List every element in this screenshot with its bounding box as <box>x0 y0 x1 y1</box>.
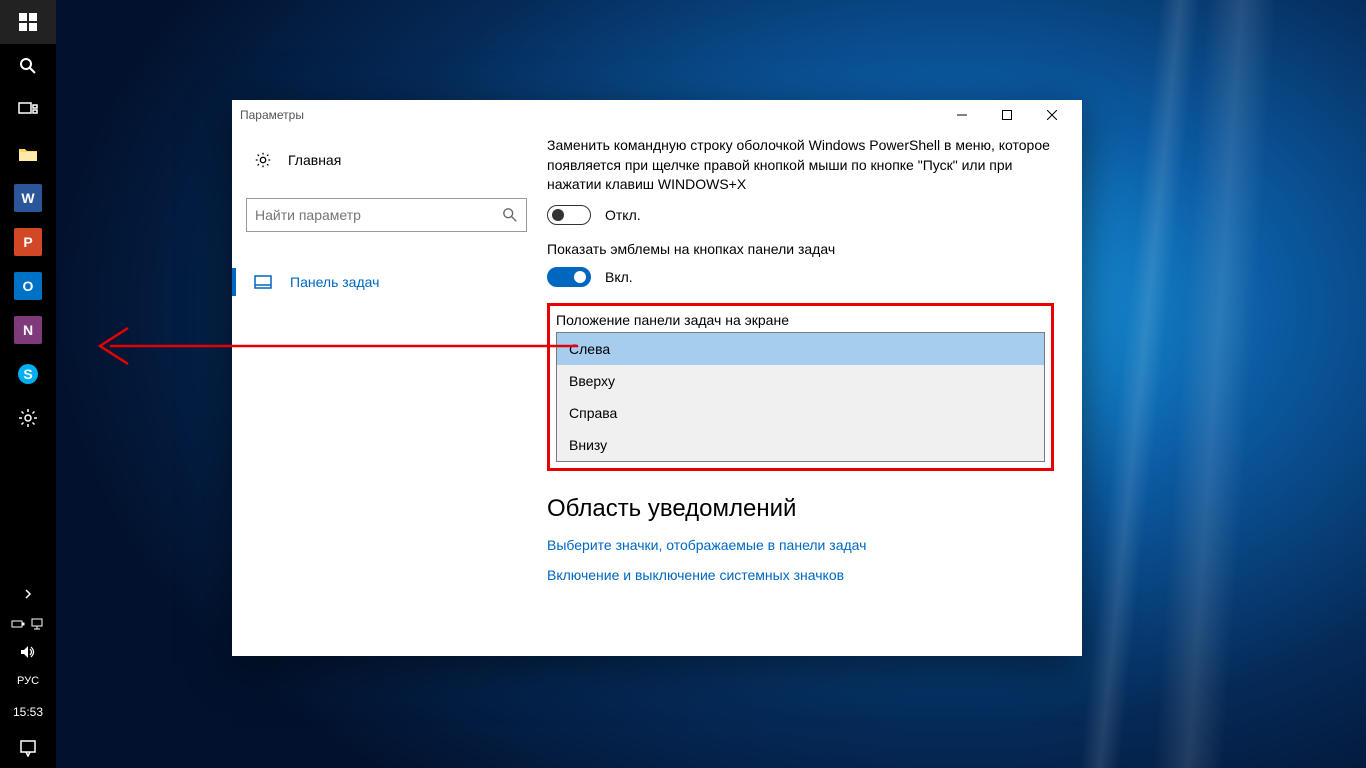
search-input-container[interactable] <box>246 198 527 232</box>
sidebar-item-taskbar[interactable]: Панель задач <box>246 262 527 302</box>
toggle-state-off: Откл. <box>605 207 641 223</box>
notification-area-heading: Область уведомлений <box>547 495 1054 523</box>
close-button[interactable] <box>1029 100 1074 130</box>
minimize-button[interactable] <box>939 100 984 130</box>
toggle-state-on: Вкл. <box>605 269 633 285</box>
badges-toggle[interactable] <box>547 267 591 287</box>
show-hidden-icons-button[interactable] <box>0 578 56 610</box>
skype-icon: S <box>17 363 39 385</box>
powershell-toggle[interactable] <box>547 205 591 225</box>
task-view-button[interactable] <box>0 88 56 132</box>
powerpoint-icon: P <box>14 228 42 256</box>
volume-icon <box>20 645 36 659</box>
powerpoint-button[interactable]: P <box>0 220 56 264</box>
outlook-button[interactable]: O <box>0 264 56 308</box>
file-explorer-button[interactable] <box>0 132 56 176</box>
dropdown-option-bottom[interactable]: Внизу <box>557 429 1044 461</box>
folder-icon <box>18 146 38 162</box>
light-beam <box>1153 0 1277 768</box>
dropdown-option-right[interactable]: Справа <box>557 397 1044 429</box>
taskbar: W P O N S РУС 15:53 <box>0 0 56 768</box>
word-button[interactable]: W <box>0 176 56 220</box>
maximize-button[interactable] <box>984 100 1029 130</box>
light-beam <box>1080 0 1201 768</box>
annotation-highlight: Положение панели задач на экране Слева В… <box>547 303 1054 471</box>
gear-icon <box>18 408 38 428</box>
action-center-icon <box>19 739 37 757</box>
clock[interactable]: 15:53 <box>13 696 43 728</box>
tray-power-network[interactable] <box>0 610 56 638</box>
gear-icon <box>254 151 272 169</box>
sidebar: Главная Панель задач <box>232 130 547 656</box>
outlook-icon: O <box>14 272 42 300</box>
onenote-button[interactable]: N <box>0 308 56 352</box>
tray-volume[interactable] <box>0 638 56 666</box>
chevron-right-icon <box>23 589 33 599</box>
home-link[interactable]: Главная <box>246 140 527 180</box>
close-icon <box>1047 110 1057 120</box>
powershell-description: Заменить командную строку оболочкой Wind… <box>547 136 1054 195</box>
language-indicator[interactable]: РУС <box>17 666 39 696</box>
badges-label: Показать эмблемы на кнопках панели задач <box>547 241 1054 257</box>
taskbar-position-dropdown[interactable]: Слева Вверху Справа Внизу <box>556 332 1045 462</box>
network-icon <box>31 618 45 630</box>
skype-button[interactable]: S <box>0 352 56 396</box>
dropdown-option-top[interactable]: Вверху <box>557 365 1044 397</box>
system-icons-link[interactable]: Включение и выключение системных значков <box>547 567 1054 583</box>
settings-window: Параметры Главная Панель задач <box>232 100 1082 656</box>
taskbar-icon <box>254 275 272 289</box>
task-view-icon <box>18 102 38 118</box>
dropdown-option-left[interactable]: Слева <box>557 333 1044 365</box>
select-icons-link[interactable]: Выберите значки, отображаемые в панели з… <box>547 537 1054 553</box>
svg-text:S: S <box>23 366 32 382</box>
content-area: Заменить командную строку оболочкой Wind… <box>547 130 1082 656</box>
search-button[interactable] <box>0 44 56 88</box>
search-icon <box>502 207 518 223</box>
battery-icon <box>11 619 25 629</box>
maximize-icon <box>1002 110 1012 120</box>
onenote-icon: N <box>14 316 42 344</box>
settings-taskbar-button[interactable] <box>0 396 56 440</box>
window-title: Параметры <box>240 108 304 122</box>
windows-icon <box>19 13 37 31</box>
search-input[interactable] <box>255 207 502 223</box>
action-center-button[interactable] <box>0 728 56 768</box>
sidebar-item-label: Панель задач <box>290 274 379 290</box>
home-label: Главная <box>288 152 341 168</box>
start-button[interactable] <box>0 0 56 44</box>
word-icon: W <box>14 184 42 212</box>
titlebar[interactable]: Параметры <box>232 100 1082 130</box>
minimize-icon <box>957 110 967 120</box>
position-label: Положение панели задач на экране <box>556 312 1045 328</box>
search-icon <box>19 57 37 75</box>
